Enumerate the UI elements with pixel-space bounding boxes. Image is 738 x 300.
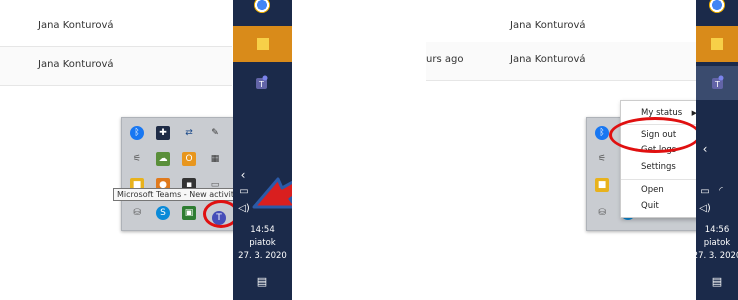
bluetooth-icon[interactable]: ᛒ <box>130 126 144 140</box>
sender-name: Jana Konturová <box>510 54 586 65</box>
clock-time[interactable]: 14:54 <box>233 224 292 237</box>
highlight-circle <box>609 117 701 153</box>
taskbar: T ‹ ▭ ◜ ◁) 14:56 piatok 27. 3. 2020 ▤ <box>693 0 738 300</box>
teams-icon[interactable]: T <box>250 72 272 94</box>
skype-icon[interactable]: S <box>156 206 170 220</box>
nvidia-icon[interactable]: ▣ <box>182 206 196 220</box>
battery-icon[interactable]: ▭ <box>698 186 712 197</box>
sticky-notes-icon[interactable] <box>233 26 292 62</box>
folder-icon[interactable]: ■ <box>595 178 609 192</box>
svg-text:T: T <box>714 80 720 89</box>
clock-time[interactable]: 14:56 <box>696 224 738 237</box>
menu-item-settings[interactable]: Settings <box>621 157 701 177</box>
clock-date[interactable]: 27. 3. 2020 <box>692 250 738 263</box>
teams-icon[interactable]: T <box>696 66 738 100</box>
drive-icon[interactable]: ⛁ <box>130 206 144 220</box>
chrome-icon[interactable] <box>251 0 273 16</box>
list-item[interactable]: urs ago Jana Konturová <box>426 42 696 81</box>
list-item[interactable]: Jana Konturová <box>0 8 232 47</box>
left-screenshot: Jana Konturová Jana Konturová ᛒ ✚ ⇄ ✎ ⚟ … <box>0 0 292 300</box>
clock-date[interactable]: 27. 3. 2020 <box>233 250 292 263</box>
menu-item-quit[interactable]: Quit <box>621 196 701 216</box>
network-sync-icon[interactable]: ⇄ <box>182 126 196 140</box>
sender-name: Jana Konturová <box>38 20 114 31</box>
speaker-icon[interactable]: ◁) <box>237 203 251 214</box>
clock-day[interactable]: piatok <box>696 237 738 250</box>
svg-text:T: T <box>258 80 264 89</box>
security-shield-icon[interactable]: ✚ <box>156 126 170 140</box>
chrome-icon[interactable] <box>706 0 728 16</box>
time-ago: urs ago <box>426 54 464 65</box>
chevron-up-icon[interactable]: ‹ <box>696 142 714 156</box>
grid-icon[interactable]: ▦ <box>208 152 222 166</box>
speaker-icon[interactable]: ◁) <box>698 203 712 214</box>
taskbar: T ‹ ▭ ◁) 14:54 piatok 27. 3. 2020 ▤ <box>233 0 292 300</box>
pen-icon[interactable]: ✎ <box>208 126 222 140</box>
divider-space <box>292 0 426 300</box>
battery-icon[interactable]: ▭ <box>237 186 251 197</box>
usb-icon[interactable]: ⚟ <box>595 152 609 166</box>
sticky-notes-icon[interactable] <box>696 26 738 62</box>
clock-day[interactable]: piatok <box>233 237 292 250</box>
usb-icon[interactable]: ⚟ <box>130 152 144 166</box>
drive-icon[interactable]: ⛁ <box>595 206 609 220</box>
wifi-icon[interactable]: ◜ <box>714 186 728 196</box>
notification-icon[interactable]: ▤ <box>253 275 271 288</box>
cloud-icon[interactable]: ☁ <box>156 152 170 166</box>
office-icon[interactable]: O <box>182 152 196 166</box>
right-screenshot: Jana Konturová urs ago Jana Konturová ᛒ … <box>426 0 738 300</box>
bluetooth-icon[interactable]: ᛒ <box>595 126 609 140</box>
list-item[interactable]: Jana Konturová <box>0 47 232 86</box>
annotation-arrow <box>252 177 292 209</box>
notification-icon[interactable]: ▤ <box>708 275 726 288</box>
sender-name: Jana Konturová <box>38 59 114 70</box>
sender-name: Jana Konturová <box>510 20 586 31</box>
tooltip: Microsoft Teams - New activity <box>113 188 243 201</box>
